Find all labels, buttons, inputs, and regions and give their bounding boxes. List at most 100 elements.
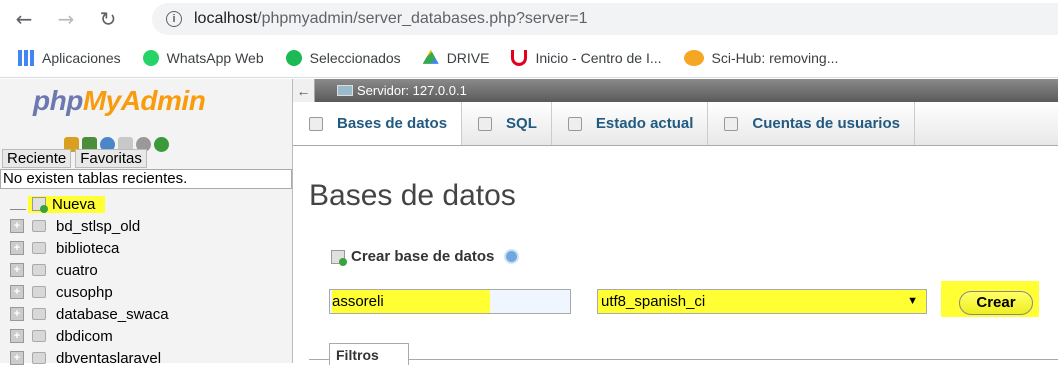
scihub-icon: [683, 49, 704, 66]
database-icon: [32, 308, 46, 320]
database-name: cusophp: [56, 283, 113, 301]
tab-user-accounts[interactable]: Cuentas de usuarios: [708, 102, 915, 145]
tab-status[interactable]: Estado actual: [552, 102, 709, 145]
logo-myadmin: MyAdmin: [82, 85, 206, 116]
tab-label: SQL: [506, 115, 537, 132]
help-icon[interactable]: [504, 249, 520, 264]
database-icon: [32, 330, 46, 342]
tree-item-db[interactable]: + cuatro: [10, 259, 169, 281]
expand-icon[interactable]: +: [10, 285, 24, 299]
bookmark-label: Seleccionados: [309, 49, 401, 66]
bookmark-label: Aplicaciones: [42, 49, 121, 66]
tab-favorites[interactable]: Favoritas: [75, 149, 147, 168]
collapse-arrow-icon[interactable]: ←: [293, 79, 315, 102]
tab-label: Cuentas de usuarios: [752, 115, 900, 132]
database-name-value: assoreli: [332, 290, 490, 313]
collation-select[interactable]: utf8_spanish_ci ▼: [597, 289, 927, 314]
whatsapp-icon: [142, 49, 159, 66]
spotify-icon: [285, 49, 302, 66]
server-breadcrumb: ← Servidor: 127.0.0.1: [293, 79, 1058, 102]
top-tabs: Bases de datos SQL Estado actual Cuentas…: [293, 102, 1058, 146]
database-icon: [32, 264, 46, 276]
bookmarks-bar: Aplicaciones WhatsApp Web Seleccionados …: [0, 38, 1058, 78]
tree-item-db[interactable]: + biblioteca: [10, 237, 169, 259]
create-button[interactable]: Crear: [959, 291, 1033, 315]
tree-item-db[interactable]: + dbventaslaravel: [10, 347, 169, 369]
back-arrow-icon[interactable]: ←: [10, 5, 38, 33]
tree-item-db[interactable]: + database_swaca: [10, 303, 169, 325]
phpmyadmin-logo[interactable]: phpMyAdmin: [33, 85, 206, 117]
bookmark-drive[interactable]: DRIVE: [422, 49, 490, 66]
recent-favorites-tabs: Reciente Favoritas: [2, 149, 147, 168]
tree-item-db[interactable]: + bd_stlsp_old: [10, 215, 169, 237]
expand-icon[interactable]: +: [10, 241, 24, 255]
sql-icon: [478, 116, 493, 131]
database-icon: [32, 242, 46, 254]
logo-php: php: [33, 85, 83, 116]
expand-icon[interactable]: +: [10, 263, 24, 277]
database-name-input[interactable]: assoreli: [329, 289, 571, 314]
reload-icon[interactable]: ↻: [94, 5, 122, 33]
tab-databases[interactable]: Bases de datos: [293, 102, 463, 145]
address-bar[interactable]: i localhost/phpmyadmin/server_databases.…: [152, 3, 1058, 35]
collation-value: utf8_spanish_ci: [601, 293, 706, 310]
new-db-icon: [32, 197, 48, 213]
bookmark-whatsapp[interactable]: WhatsApp Web: [142, 49, 264, 66]
status-chart-icon: [567, 116, 582, 131]
bookmark-apps[interactable]: Aplicaciones: [18, 49, 121, 66]
filters-fieldset-legend: Filtros: [329, 343, 409, 365]
url-host: localhost: [194, 10, 258, 27]
database-name: cuatro: [56, 261, 98, 279]
upc-logo-icon: [511, 49, 528, 66]
bookmark-inicio[interactable]: Inicio - Centro de I...: [511, 49, 662, 66]
reload-nav-icon[interactable]: [154, 137, 169, 152]
forward-arrow-icon[interactable]: →: [52, 5, 80, 33]
database-name: dbventaslaravel: [56, 349, 162, 367]
users-icon: [724, 116, 739, 131]
database-name: biblioteca: [56, 239, 120, 257]
main-panel: ← Servidor: 127.0.0.1 Bases de datos SQL…: [292, 79, 1058, 365]
page-title: Bases de datos: [309, 179, 516, 212]
expand-icon[interactable]: +: [10, 219, 24, 233]
new-label: Nueva: [52, 195, 96, 213]
navigation-panel: phpMyAdmin Reciente Favoritas No existen…: [0, 79, 292, 367]
database-icon: [32, 220, 46, 232]
bookmark-label: Sci-Hub: removing...: [711, 49, 839, 66]
create-db-label: Crear base de datos: [351, 248, 495, 265]
database-icon: [309, 116, 323, 131]
bookmark-spotify[interactable]: Seleccionados: [285, 49, 401, 66]
divider: [309, 359, 1058, 360]
tree-item-db[interactable]: + cusophp: [10, 281, 169, 303]
tree-item-new[interactable]: Nueva: [10, 193, 169, 215]
tab-sql[interactable]: SQL: [462, 102, 552, 145]
apps-grid-icon: [18, 49, 34, 66]
tab-label: Bases de datos: [337, 115, 448, 132]
bookmark-scihub[interactable]: Sci-Hub: removing...: [683, 49, 839, 66]
bookmark-label: DRIVE: [446, 49, 490, 66]
create-db-heading: Crear base de datos: [331, 248, 520, 266]
url-path: /phpmyadmin/server_databases.php?server=…: [257, 10, 588, 27]
database-icon: [32, 286, 46, 298]
expand-icon[interactable]: +: [10, 307, 24, 321]
tab-recent[interactable]: Reciente: [2, 149, 72, 168]
server-label: Servidor: 127.0.0.1: [357, 83, 467, 98]
server-link[interactable]: Servidor: 127.0.0.1: [337, 83, 467, 98]
recent-tables-list[interactable]: No existen tablas recientes.: [0, 169, 292, 189]
drive-icon: [422, 49, 439, 64]
bookmark-label: WhatsApp Web: [166, 49, 264, 66]
server-icon: [337, 85, 353, 96]
info-icon[interactable]: i: [166, 11, 182, 27]
tree-line: [10, 199, 26, 210]
bookmark-label: Inicio - Centro de I...: [535, 49, 662, 66]
database-name: database_swaca: [56, 305, 169, 323]
database-tree: Nueva + bd_stlsp_old + biblioteca + cuatro …: [10, 193, 169, 369]
dropdown-caret-icon: ▼: [907, 295, 918, 307]
tree-item-db[interactable]: + dbdicom: [10, 325, 169, 347]
expand-icon[interactable]: +: [10, 329, 24, 343]
browser-toolbar: ← → ↻ i localhost/phpmyadmin/server_data…: [0, 0, 1058, 38]
database-name: bd_stlsp_old: [56, 217, 141, 235]
database-icon: [32, 352, 46, 364]
database-name: dbdicom: [56, 327, 113, 345]
tab-label: Estado actual: [595, 115, 694, 132]
new-db-icon: [331, 249, 347, 266]
